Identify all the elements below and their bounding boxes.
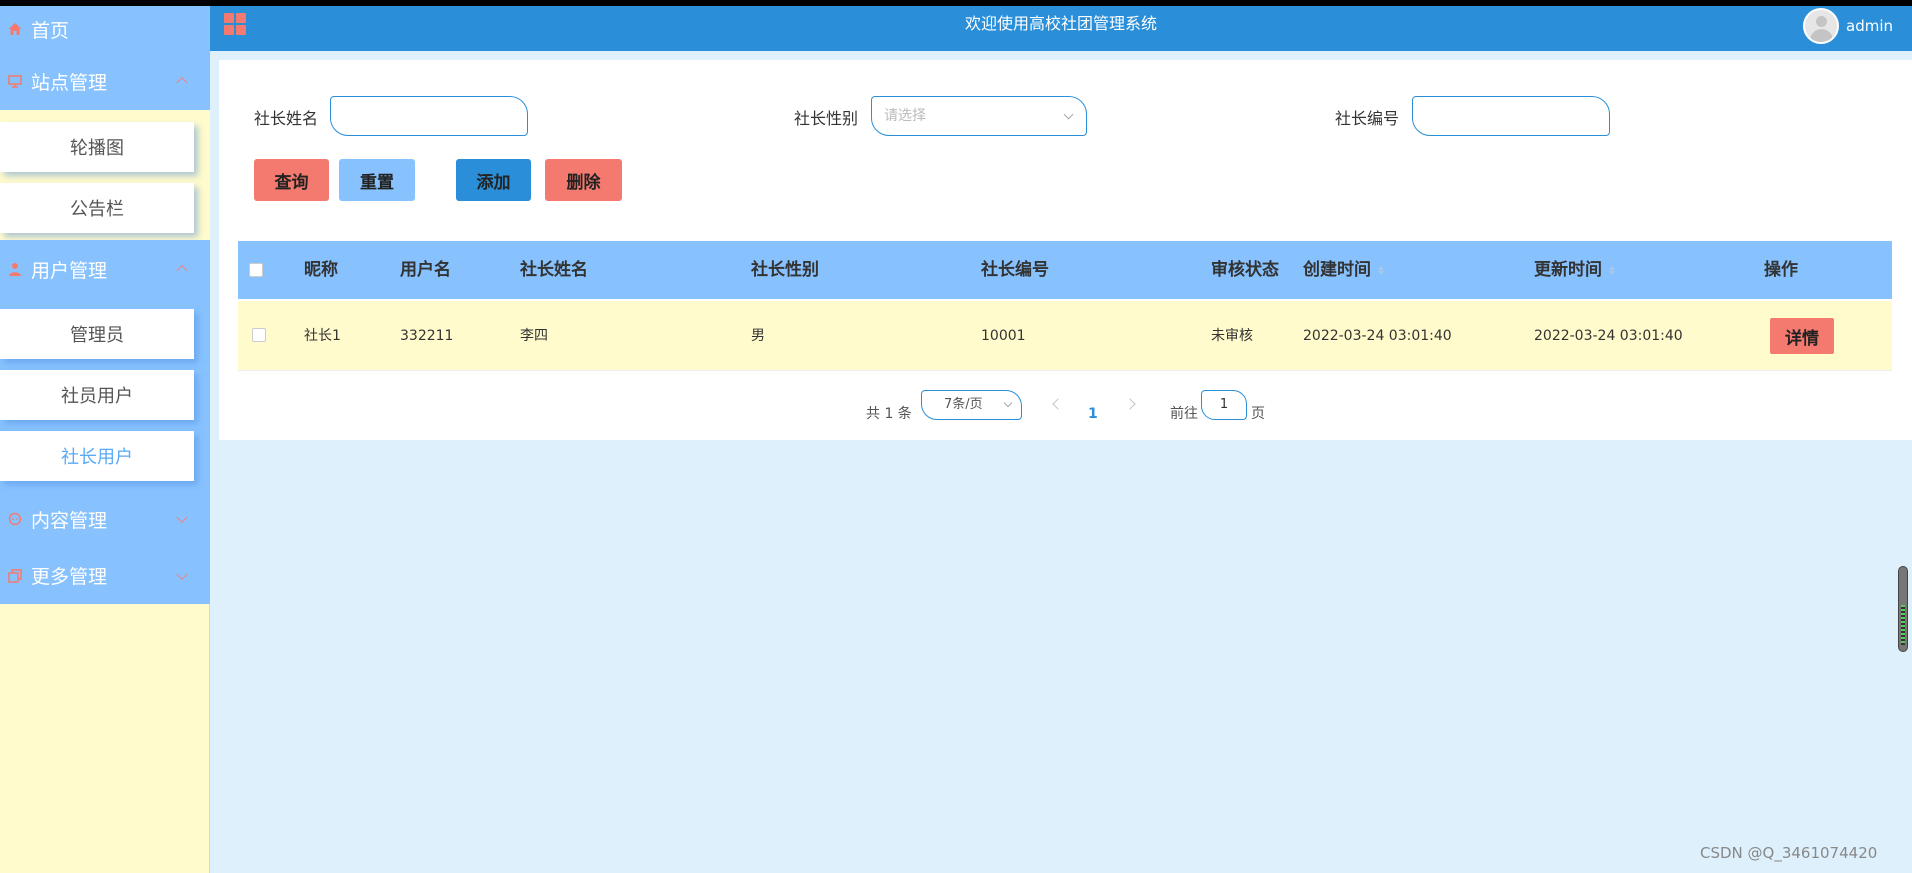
sidebar-item-members[interactable]: 社员用户: [0, 370, 194, 420]
delete-button[interactable]: 删除: [545, 159, 622, 201]
sidebar-group-site[interactable]: 站点管理: [0, 52, 210, 110]
user-icon: [9, 263, 21, 276]
pagination-total: 共 1 条: [866, 406, 912, 422]
avatar[interactable]: [1803, 8, 1839, 44]
filter-gender-label: 社长性别: [794, 109, 859, 128]
column-header-label: 创建时间: [1303, 260, 1371, 280]
chevron-down-icon: [1003, 398, 1013, 408]
monitor-icon: [8, 75, 22, 88]
sidebar-item-notice[interactable]: 公告栏: [0, 183, 194, 233]
cell-gender: 男: [751, 328, 765, 344]
page-size-value: 7条/页: [944, 397, 983, 412]
add-button[interactable]: 添加: [456, 159, 531, 201]
reset-button[interactable]: 重置: [339, 159, 415, 201]
sidebar-group-label: 用户管理: [31, 259, 108, 282]
copy-icon: [8, 568, 22, 583]
goto-page-input[interactable]: 1: [1201, 390, 1247, 420]
column-header: 社长姓名: [520, 260, 588, 280]
sidebar-group-more[interactable]: 更多管理: [0, 547, 210, 604]
column-header: 社长编号: [981, 260, 1049, 280]
page-number-current[interactable]: 1: [1088, 404, 1098, 424]
sidebar-group-label: 更多管理: [31, 566, 108, 588]
user-name[interactable]: admin: [1846, 6, 1893, 46]
chevron-down-icon: [176, 568, 188, 580]
chevron-up-icon: [176, 76, 188, 89]
president-gender-select[interactable]: 请选择: [871, 96, 1087, 136]
submenu-site: 轮播图 公告栏: [0, 110, 210, 240]
chat-icon: [8, 512, 22, 526]
row-checkbox[interactable]: [252, 328, 266, 342]
select-all-checkbox[interactable]: [249, 263, 263, 277]
sidebar-group-label: 站点管理: [31, 71, 108, 94]
column-header: 社长性别: [751, 260, 819, 280]
cell-status: 未审核: [1211, 328, 1253, 344]
sidebar-item-home[interactable]: 首页: [0, 6, 210, 52]
sort-icon[interactable]: [1377, 263, 1385, 277]
president-number-input[interactable]: [1412, 96, 1610, 136]
column-header: 昵称: [304, 260, 338, 280]
goto-label: 前往: [1170, 406, 1198, 422]
column-header: 审核状态: [1211, 260, 1279, 280]
chevron-down-icon: [176, 511, 188, 524]
top-header: 欢迎使用高校社团管理系统 admin: [210, 6, 1912, 51]
query-button[interactable]: 查询: [254, 159, 329, 201]
sidebar-item-label: 首页: [31, 19, 70, 42]
sidebar-group-users[interactable]: 用户管理: [0, 240, 210, 298]
sidebar-item-carousel[interactable]: 轮播图: [0, 122, 194, 172]
select-placeholder: 请选择: [884, 108, 926, 124]
watermark: CSDN @Q_3461074420: [1700, 844, 1878, 862]
sidebar-group-content[interactable]: 内容管理: [0, 491, 210, 547]
sidebar-item-presidents[interactable]: 社长用户: [0, 431, 194, 481]
table-header: 昵称 用户名 社长姓名 社长性别 社长编号 审核状态 创建时间 更新时间 操作: [238, 241, 1892, 299]
chevron-down-icon: [1063, 109, 1074, 120]
cell-number: 10001: [981, 328, 1026, 344]
page-title: 欢迎使用高校社团管理系统: [964, 14, 1157, 33]
cell-nickname: 社长1: [304, 328, 341, 344]
page-suffix: 页: [1251, 406, 1265, 422]
president-name-input[interactable]: [330, 96, 528, 136]
cell-username: 332211: [400, 328, 454, 344]
column-header-created[interactable]: 创建时间: [1303, 241, 1385, 299]
sidebar-item-admin[interactable]: 管理员: [0, 309, 194, 359]
home-icon: [8, 23, 22, 35]
table-row: 社长1 332211 李四 男 10001 未审核 2022-03-24 03:…: [238, 301, 1892, 371]
page-size-select[interactable]: 7条/页: [921, 390, 1022, 420]
column-header-label: 更新时间: [1534, 260, 1602, 280]
scrollbar-thumb[interactable]: [1898, 566, 1908, 652]
cell-updated: 2022-03-24 03:01:40: [1534, 328, 1683, 344]
detail-button[interactable]: 详情: [1770, 318, 1834, 354]
filter-name-label: 社长姓名: [254, 109, 319, 128]
filter-number-label: 社长编号: [1335, 109, 1400, 128]
sort-icon[interactable]: [1608, 263, 1616, 277]
sidebar-group-label: 内容管理: [31, 509, 108, 532]
column-header: 用户名: [400, 260, 451, 280]
column-header: 操作: [1764, 260, 1798, 280]
cell-created: 2022-03-24 03:01:40: [1303, 328, 1452, 344]
chevron-up-icon: [176, 264, 188, 277]
sidebar: 首页 站点管理 轮播图 公告栏 用户管理 管理员 社员用户 社长用户 内容管理 …: [0, 6, 210, 873]
submenu-users: 管理员 社员用户 社长用户: [0, 298, 210, 491]
cell-name: 李四: [520, 328, 548, 344]
column-header-updated[interactable]: 更新时间: [1534, 241, 1616, 299]
